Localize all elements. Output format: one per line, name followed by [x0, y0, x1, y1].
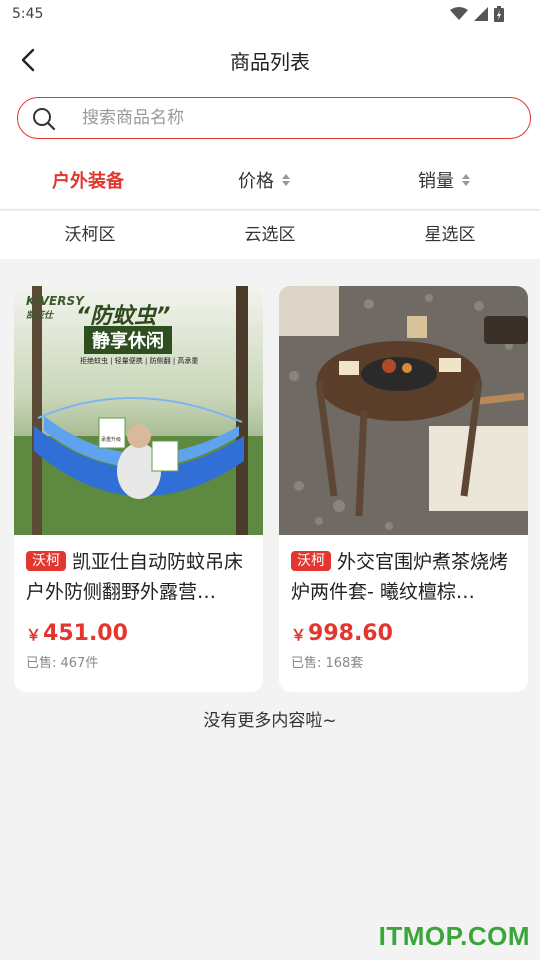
zone-bar: 沃柯区 云选区 星选区 [0, 211, 540, 259]
signal-icon [474, 7, 488, 21]
store-tag: 沃柯 [291, 551, 331, 571]
search-box[interactable] [17, 97, 531, 139]
image-subline: 静享休闲 [84, 326, 172, 354]
currency-symbol: ￥ [26, 626, 42, 644]
zone-yunxuan[interactable]: 云选区 [180, 211, 360, 259]
status-time: 5:45 [12, 6, 44, 22]
sort-price[interactable]: 价格 [238, 150, 290, 210]
status-icons [450, 6, 504, 22]
product-price: ￥451.00 [14, 621, 263, 646]
search-icon [33, 108, 56, 131]
sort-price-label: 价格 [238, 171, 274, 192]
sold-count: 已售: 168套 [291, 656, 364, 671]
wifi-icon [450, 7, 468, 20]
product-image-hammock: KIVERSY 凯亚仕 “防蚊虫” 静享休闲 拒绝蚊虫 | 轻量便携 | 防侧翻… [14, 286, 263, 535]
product-card[interactable]: KIVERSY 凯亚仕 “防蚊虫” 静享休闲 拒绝蚊虫 | 轻量便携 | 防侧翻… [14, 286, 263, 692]
page-title: 商品列表 [230, 50, 310, 74]
sort-sales[interactable]: 销量 [418, 150, 470, 210]
price-value: 998.60 [308, 621, 393, 646]
zone-woke[interactable]: 沃柯区 [0, 211, 180, 259]
battery-icon [494, 6, 504, 22]
price-value: 451.00 [43, 621, 128, 646]
tab-outdoor-gear[interactable]: 户外装备 [52, 150, 124, 210]
product-card[interactable]: 沃柯 外交官围炉煮茶烧烤炉两件套- 曦纹檀棕… ￥998.60 已售: 168套 [279, 286, 528, 692]
product-image-table-grill [279, 286, 528, 535]
zone-xingxuan[interactable]: 星选区 [360, 211, 540, 259]
currency-symbol: ￥ [291, 626, 307, 644]
tab-outdoor-gear-label: 户外装备 [52, 171, 124, 192]
image-badge: 承重升级 [101, 437, 122, 443]
sort-arrows-icon [282, 174, 290, 186]
search-input[interactable] [82, 106, 502, 130]
sort-sales-label: 销量 [418, 171, 454, 192]
sort-arrows-icon [462, 174, 470, 186]
status-bar: 5:45 [0, 0, 540, 32]
product-title: 沃柯 外交官围炉煮茶烧烤炉两件套- 曦纹檀棕… [279, 547, 528, 607]
product-title: 沃柯 凯亚仕自动防蚊吊床户外防侧翻野外露营… [14, 547, 263, 607]
store-tag: 沃柯 [26, 551, 66, 571]
app-header: 商品列表 [0, 32, 540, 88]
product-price: ￥998.60 [279, 621, 528, 646]
no-more-content: 没有更多内容啦~ [203, 711, 337, 731]
image-features: 拒绝蚊虫 | 轻量便携 | 防侧翻 | 高承重 [80, 357, 199, 365]
sold-count: 已售: 467件 [26, 656, 99, 671]
search-section [0, 88, 540, 150]
watermark: ITMOP.COM [378, 921, 530, 951]
sort-bar: 户外装备 价格 销量 [0, 150, 540, 210]
